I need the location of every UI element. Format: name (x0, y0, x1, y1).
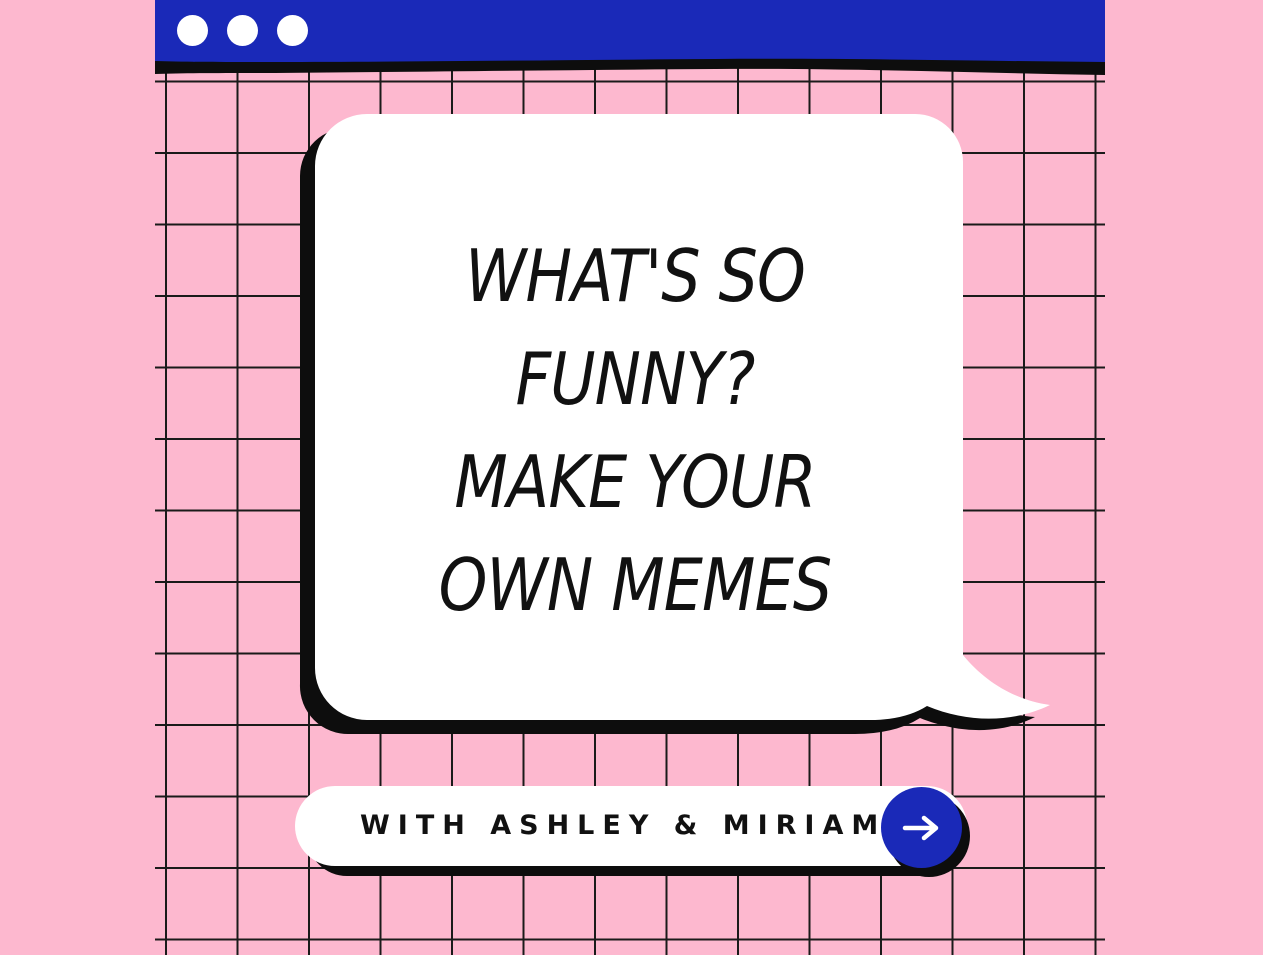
presenter-label: WITH ASHLEY & MIRIAM (360, 810, 887, 841)
headline-line-1: WHAT'S SO (465, 234, 806, 318)
headline-line-2: FUNNY? (515, 337, 755, 421)
arrow-right-icon (902, 815, 938, 840)
next-button[interactable] (881, 787, 962, 868)
poster-card: WHAT'S SO FUNNY? MAKE YOUR OWN MEMES WIT… (155, 0, 1105, 955)
headline: WHAT'S SO FUNNY? MAKE YOUR OWN MEMES (360, 225, 910, 637)
headline-line-4: OWN MEMES (438, 543, 832, 627)
headline-line-3: MAKE YOUR (454, 440, 816, 524)
